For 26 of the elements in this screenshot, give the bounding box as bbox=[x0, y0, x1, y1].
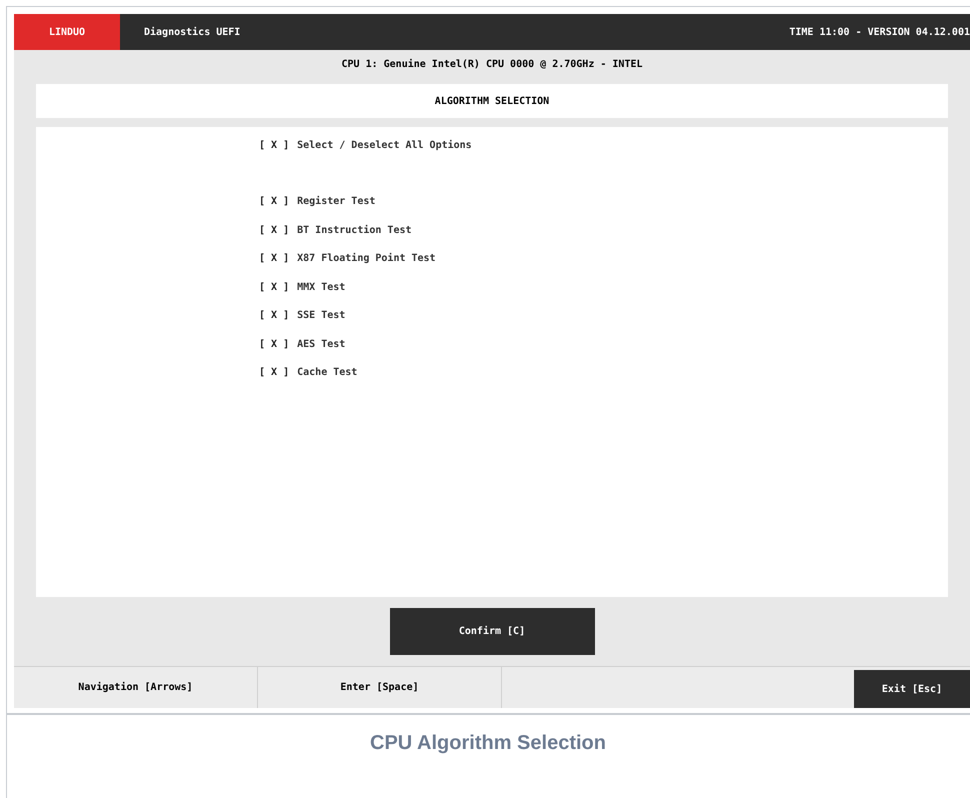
enter-hint: Enter [Space] bbox=[258, 667, 502, 708]
checkbox-mark[interactable]: [ X ] bbox=[259, 251, 290, 266]
brand-label: LINDUO bbox=[14, 14, 120, 50]
checkbox-mark[interactable]: [ X ] bbox=[259, 365, 290, 380]
option-label: MMX Test bbox=[297, 280, 346, 295]
option-label: X87 Floating Point Test bbox=[297, 252, 436, 266]
option-label: AES Test bbox=[297, 338, 346, 352]
checkbox-mark[interactable]: [ X ] bbox=[259, 138, 290, 153]
cpu-info: CPU 1: Genuine Intel(R) CPU 0000 @ 2.70GHz - INTEL bbox=[341, 58, 643, 72]
option-label: Cache Test bbox=[297, 366, 358, 380]
checkbox-mark[interactable]: [ X ] bbox=[259, 222, 290, 238]
option-label: BT Instruction Test bbox=[297, 224, 412, 238]
option-label: Register Test bbox=[297, 194, 376, 210]
option-label: Select / Deselect All Options bbox=[297, 138, 472, 153]
checkbox-mark[interactable]: [ X ] bbox=[259, 280, 290, 295]
navigation-hint: Navigation [Arrows] bbox=[14, 667, 258, 708]
checkbox-mark[interactable]: [ X ] bbox=[259, 194, 290, 210]
checkbox-mark[interactable]: [ X ] bbox=[259, 336, 290, 352]
confirm-button[interactable]: Confirm [C] bbox=[390, 608, 594, 655]
exit-button[interactable]: Exit [Esc] bbox=[854, 670, 970, 708]
figure-caption: CPU Algorithm Selection bbox=[370, 731, 606, 756]
option-label: SSE Test bbox=[297, 309, 346, 324]
section-title: ALGORITHM SELECTION bbox=[36, 84, 948, 118]
time-version: TIME 11:00 - VERSION 04.12.001 bbox=[789, 26, 970, 40]
checkbox-mark[interactable]: [ X ] bbox=[259, 308, 290, 324]
app-title: Diagnostics UEFI bbox=[144, 26, 240, 40]
